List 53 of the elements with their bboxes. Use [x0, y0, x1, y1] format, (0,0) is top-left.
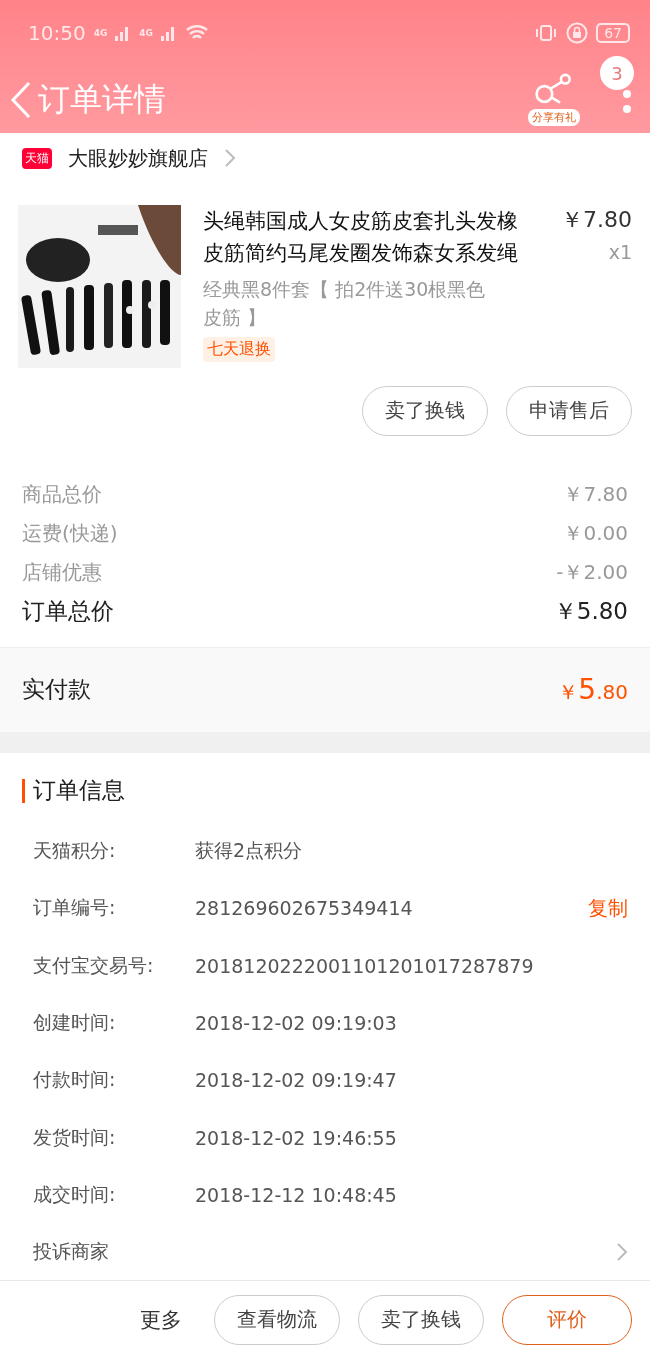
summary-value: ￥7.80	[563, 480, 628, 508]
info-label: 成交时间:	[33, 1181, 117, 1207]
section-title: 订单信息	[33, 776, 125, 806]
product-quantity: x1	[608, 240, 632, 263]
info-value: 2018-12-02 09:19:03	[195, 1011, 398, 1034]
paid-amount: ￥5.80	[558, 673, 628, 707]
summary-value: -￥2.00	[556, 558, 628, 586]
complaint-link[interactable]: 投诉商家	[33, 1238, 109, 1265]
more-link[interactable]: 更多	[140, 1294, 182, 1345]
chevron-icon	[224, 148, 236, 169]
vibrate-icon	[534, 23, 559, 43]
store-badge: 天猫	[22, 147, 52, 169]
product-variant: 经典黑8件套【 拍2件送30根黑色皮筋 】	[203, 276, 487, 330]
shop-name[interactable]: 大眼妙妙旗舰店	[68, 144, 208, 172]
notification-badge: 3	[600, 56, 634, 90]
share-label: 分享有礼	[528, 109, 580, 127]
signal-icon	[160, 25, 177, 41]
action-button[interactable]: 卖了换钱	[362, 385, 488, 436]
accent-bar	[22, 778, 25, 803]
chevron-icon	[616, 1241, 628, 1262]
back-icon[interactable]	[10, 80, 32, 119]
total-value: ￥5.80	[553, 596, 628, 626]
summary-label: 运费(快递)	[22, 519, 118, 547]
product-title[interactable]: 头绳韩国成人女皮筋皮套扎头发橡皮筋简约马尾发圈发饰森女系发绳	[203, 204, 530, 269]
page-title: 订单详情	[38, 78, 166, 120]
summary-label: 商品总价	[22, 480, 102, 508]
info-label: 创建时间:	[33, 1009, 117, 1035]
info-label: 付款时间:	[33, 1067, 117, 1093]
total-label: 订单总价	[22, 596, 114, 626]
info-value: 281269602675349414	[195, 897, 414, 920]
product-price: ￥7.80	[561, 205, 632, 234]
info-label: 支付宝交易号:	[33, 952, 155, 978]
action-button[interactable]: 卖了换钱	[358, 1294, 484, 1345]
info-label: 发货时间:	[33, 1124, 117, 1150]
info-value: 2018-12-02 09:19:47	[195, 1069, 398, 1092]
battery-level: 67	[596, 23, 630, 43]
info-value: 获得2点积分	[195, 838, 304, 863]
review-button[interactable]: 评价	[502, 1294, 632, 1345]
info-label: 天猫积分:	[33, 838, 117, 863]
action-button[interactable]: 申请售后	[506, 385, 632, 436]
status-time: 10:50	[28, 21, 86, 45]
summary-label: 店铺优惠	[22, 558, 102, 586]
network-label: 4G	[93, 28, 108, 38]
info-value: 2018-12-12 10:48:45	[195, 1183, 398, 1206]
info-value: 2018120222001101201017287879	[195, 954, 535, 977]
summary-value: ￥0.00	[563, 519, 628, 547]
info-label: 订单编号:	[33, 895, 117, 921]
paid-label: 实付款	[22, 675, 91, 705]
info-value: 2018-12-02 19:46:55	[195, 1126, 398, 1149]
lock-icon	[566, 22, 589, 44]
action-button[interactable]: 查看物流	[214, 1294, 340, 1345]
network-label: 4G	[139, 28, 153, 38]
return-tag: 七天退换	[203, 336, 275, 362]
